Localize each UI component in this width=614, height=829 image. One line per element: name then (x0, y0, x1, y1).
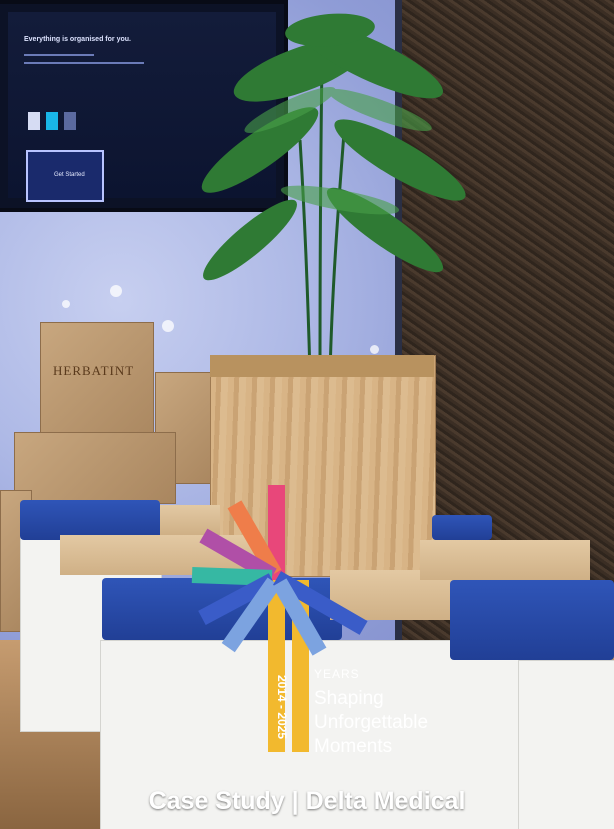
logo-date-range: 2014 - 2025 (275, 674, 289, 740)
cardboard-box (14, 432, 176, 504)
case-study-caption: Case Study | Delta Medical (148, 787, 466, 815)
planter-rim (210, 355, 434, 377)
tv-thumbnail (28, 112, 40, 130)
photo-scene: Everything is organised for you. Get Sta… (0, 0, 614, 829)
logo-years-label: YEARS (314, 667, 360, 681)
tv-thumbnail (64, 112, 76, 130)
bench-cushion (20, 500, 160, 540)
cardboard-box: HERBATINT (40, 322, 154, 450)
tv-text-line (24, 62, 144, 64)
box-label: HERBATINT (53, 363, 135, 378)
bench-cushion (450, 580, 614, 660)
tv-button-label: Get Started (54, 172, 85, 178)
tv-screen-title: Everything is organised for you. (24, 36, 131, 43)
logo-tagline-line-2: Unforgettable (314, 712, 429, 733)
palm-plant (201, 13, 466, 376)
logo-tagline-line-3: Moments (314, 736, 393, 757)
tv-text-line (24, 54, 94, 56)
logo-tagline-line-1: Shaping (314, 688, 384, 709)
bench-wood-top (420, 540, 590, 580)
tv-thumbnail (46, 112, 58, 130)
tv-button: Get Started (26, 150, 104, 202)
bench-cushion (432, 515, 492, 540)
